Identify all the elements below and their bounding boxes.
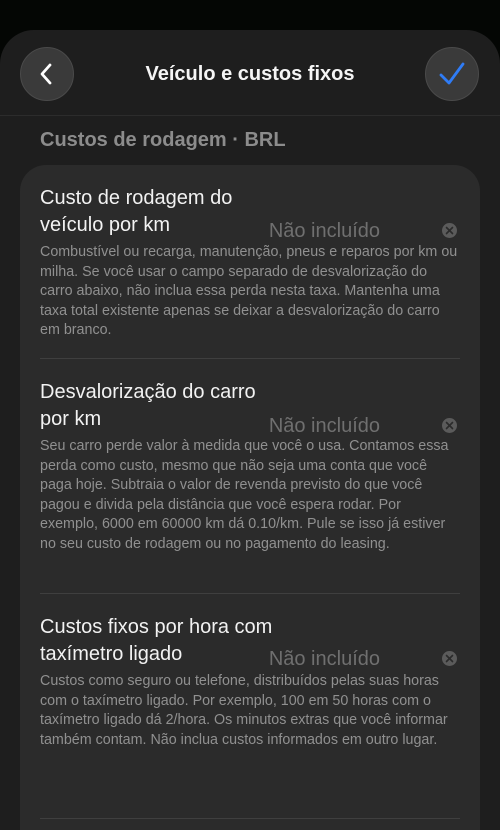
x-icon [445,226,454,235]
clear-icon[interactable] [442,651,457,666]
row-description: Custos como seguro ou telefone, distribu… [40,673,448,748]
row-value[interactable]: Não incluído [269,415,380,438]
row-divider [40,358,460,359]
header: Veículo e custos fixos [0,30,500,116]
row-divider [40,818,460,819]
clear-icon[interactable] [442,418,457,433]
row-description: Seu carro perde valor à medida que você … [40,438,449,552]
row-divider [40,593,460,594]
row-value[interactable]: Não incluído [269,220,380,243]
row-description: Combustível ou recarga, manutenção, pneu… [40,244,458,339]
section-title: Custos de rodagem · BRL [40,129,286,151]
x-icon [445,654,454,663]
settings-sheet: Veículo e custos fixos Custos de rodagem… [0,30,500,830]
checkmark-icon [439,62,465,85]
row-value[interactable]: Não incluído [269,648,380,671]
row-fixed-hourly[interactable]: Custos fixos por hora com taxímetro liga… [40,614,460,794]
row-running-cost[interactable]: Custo de rodagem do veículo por km Não i… [40,185,460,365]
row-depreciation[interactable]: Desvalorização do carro por km Não inclu… [40,379,460,579]
row-label: Desvalorização do carro por km [40,381,256,430]
row-label: Custos fixos por hora com taxímetro liga… [40,616,273,665]
confirm-button[interactable] [425,47,479,101]
row-label: Custo de rodagem do veículo por km [40,187,233,236]
settings-card: Custo de rodagem do veículo por km Não i… [20,165,480,830]
header-divider [0,115,500,116]
x-icon [445,421,454,430]
clear-icon[interactable] [442,223,457,238]
